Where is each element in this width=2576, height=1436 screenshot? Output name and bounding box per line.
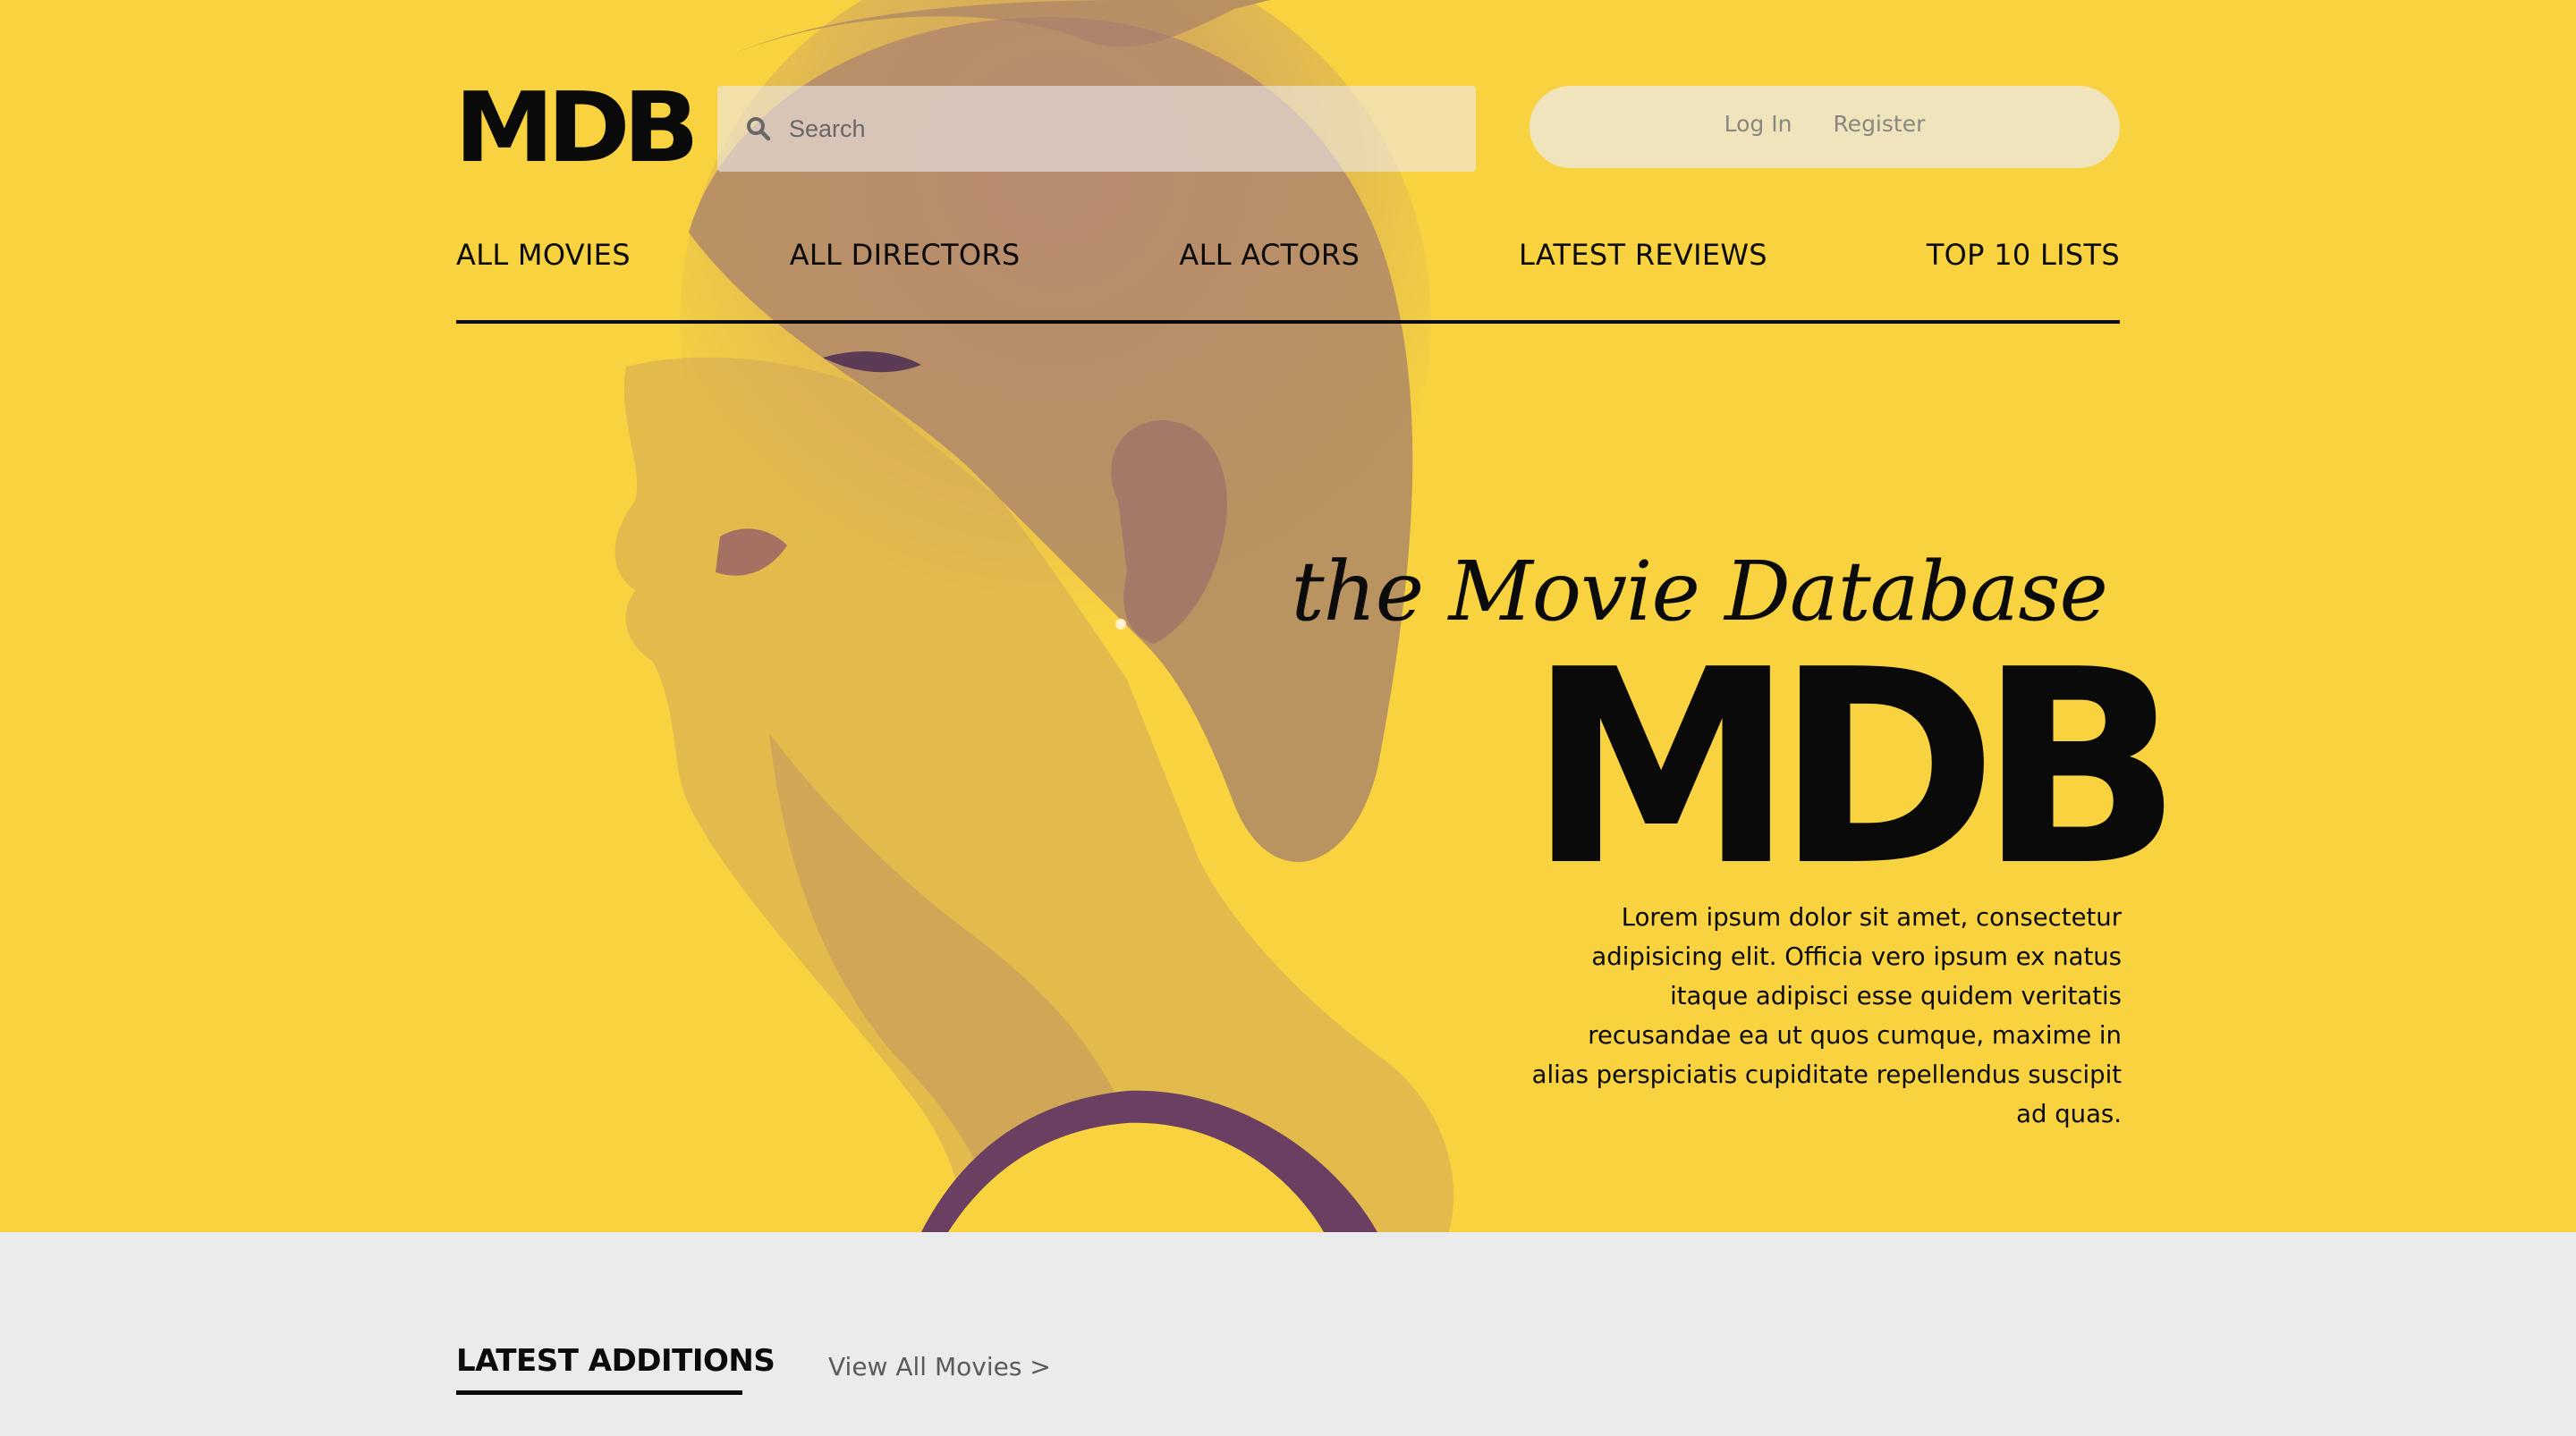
main-nav: ALL MOVIES ALL DIRECTORS ALL ACTORS LATE… <box>456 238 2120 272</box>
login-link[interactable]: Log In <box>1724 111 1792 137</box>
nav-all-directors[interactable]: ALL DIRECTORS <box>790 238 1021 272</box>
hero-logo: MDB <box>1528 612 2182 925</box>
nav-all-movies[interactable]: ALL MOVIES <box>456 238 631 272</box>
latest-additions-underline <box>456 1390 742 1395</box>
nav-top-10-lists[interactable]: TOP 10 LISTS <box>1927 238 2120 272</box>
search-bar[interactable] <box>717 86 1476 172</box>
nav-latest-reviews[interactable]: LATEST REVIEWS <box>1519 238 1767 272</box>
register-link[interactable]: Register <box>1833 111 1925 137</box>
nav-all-actors[interactable]: ALL ACTORS <box>1179 238 1360 272</box>
auth-pill: Log In Register <box>1530 86 2120 168</box>
view-all-movies-link[interactable]: View All Movies > <box>828 1352 1051 1381</box>
search-icon <box>747 117 771 141</box>
site-logo[interactable]: MDB <box>454 80 699 177</box>
search-input[interactable] <box>787 114 1470 144</box>
latest-additions-heading: LATEST ADDITIONS <box>456 1343 775 1379</box>
hero-section: MDB Log In Register ALL MOVIES ALL DIREC… <box>0 0 2576 1232</box>
nav-divider <box>456 320 2120 324</box>
hero-description: Lorem ipsum dolor sit amet, consectetur … <box>1531 903 2122 1128</box>
